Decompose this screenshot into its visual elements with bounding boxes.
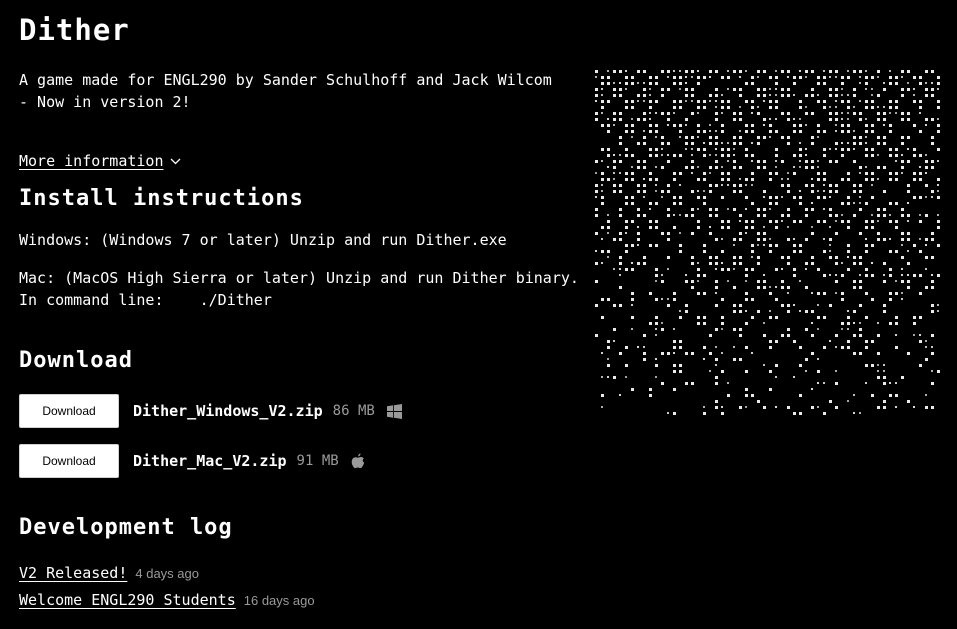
devlog-entry-link[interactable]: V2 Released! [19, 564, 127, 582]
devlog-entry-date: 4 days ago [135, 566, 199, 581]
download-row-mac: Download Dither_Mac_V2.zip 91 MB [19, 443, 365, 479]
download-row-windows: Download Dither_Windows_V2.zip 86 MB [19, 393, 402, 429]
install-heading: Install instructions [19, 186, 304, 211]
devlog-entry-link[interactable]: Welcome ENGL290 Students [19, 591, 236, 609]
more-information-toggle[interactable]: More information [19, 151, 181, 172]
download-heading: Download [19, 348, 133, 373]
download-file-name: Dither_Windows_V2.zip [133, 402, 323, 420]
install-windows-text: Windows: (Windows 7 or later) Unzip and … [19, 231, 507, 249]
page-title: Dither [19, 13, 130, 47]
download-mac-button[interactable]: Download [19, 444, 119, 478]
download-file-size: 91 MB [296, 453, 339, 469]
install-mac-text: Mac: (MacOS High Sierra or later) Unzip … [19, 269, 579, 287]
devlog-entry-date: 16 days ago [243, 593, 315, 608]
windows-icon [386, 403, 402, 419]
game-description: A game made for ENGL290 by Sander Schulh… [19, 71, 552, 111]
apple-icon [351, 453, 365, 469]
download-file-size: 86 MB [332, 403, 375, 419]
game-cover-image [595, 70, 940, 415]
more-information-label: More information [19, 152, 164, 170]
download-file-name: Dither_Mac_V2.zip [133, 452, 287, 470]
download-windows-button[interactable]: Download [19, 394, 119, 428]
devlog-entry: Welcome ENGL290 Students 16 days ago [19, 589, 315, 612]
devlog-entry: V2 Released! 4 days ago [19, 562, 199, 585]
devlog-heading: Development log [19, 515, 233, 540]
install-command-text: In command line: ./Dither [19, 291, 272, 309]
chevron-down-icon [170, 152, 181, 172]
